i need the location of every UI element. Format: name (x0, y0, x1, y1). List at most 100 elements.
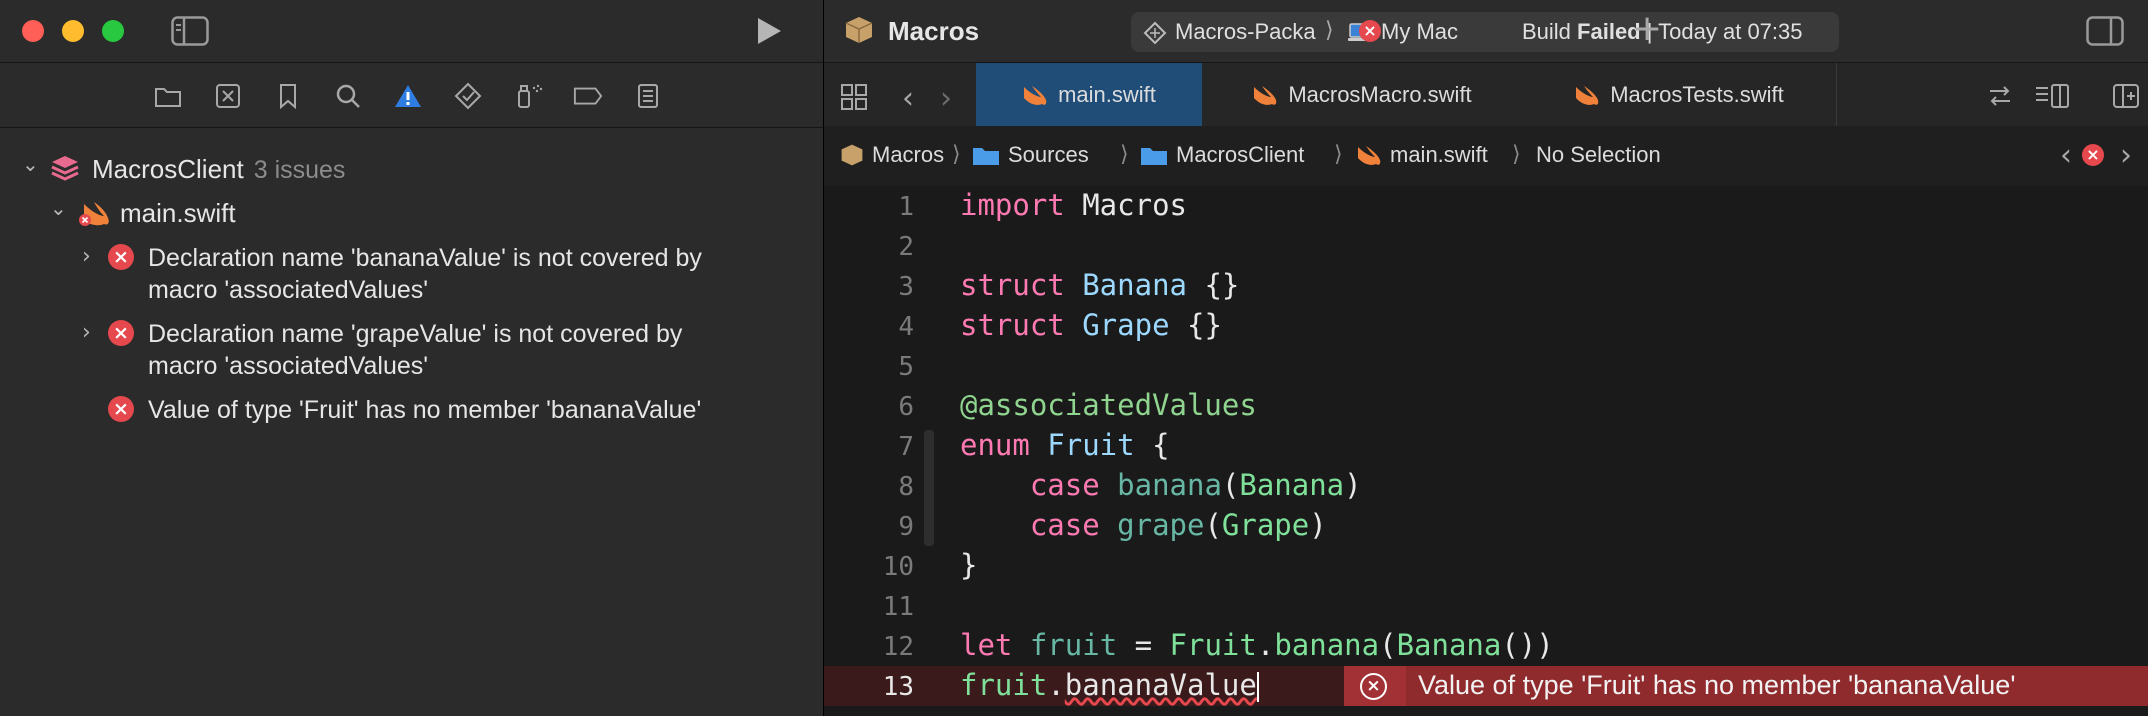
chevron-right-icon: ⟩ (1120, 142, 1129, 167)
tab-label: main.swift (1058, 82, 1156, 107)
minimize-window-button[interactable] (62, 20, 84, 42)
tab-main-swift[interactable]: main.swift (976, 63, 1202, 127)
search-icon[interactable] (333, 83, 363, 109)
code-line: struct Banana {} (960, 268, 1239, 302)
tab-macros-macro-swift[interactable]: MacrosMacro.swift (1202, 63, 1522, 127)
chevron-right-icon[interactable]: › (82, 244, 91, 269)
code-line: } (960, 548, 978, 582)
type-name: Fruit (1029, 428, 1135, 462)
issue-item[interactable]: Value of type 'Fruit' has no member 'ban… (148, 394, 701, 426)
next-issue-icon[interactable]: › (2120, 138, 2132, 173)
folder-icon (973, 148, 999, 165)
folder-icon[interactable] (153, 83, 183, 109)
line-number: 2 (898, 232, 914, 262)
type-name: Banana (1396, 628, 1502, 662)
punctuation: ) (1309, 508, 1327, 542)
punctuation: ) (1344, 468, 1362, 502)
keyword: let (960, 628, 1013, 662)
activity-view[interactable]: Macros-Packa ⟩ My Mac Build Failed | Tod… (1131, 12, 1839, 52)
error-icon: × (108, 244, 134, 270)
breadcrumb-macros-client[interactable]: MacrosClient (1140, 142, 1304, 168)
tab-macros-tests-swift[interactable]: MacrosTests.swift (1522, 63, 1837, 127)
forward-icon[interactable]: › (940, 81, 952, 116)
grid-icon[interactable] (840, 83, 868, 116)
code-line: case banana(Banana) (960, 468, 1362, 502)
chevron-right-icon: ⟩ (1325, 18, 1334, 43)
chevron-right-icon[interactable]: › (82, 320, 91, 345)
debug-spray-icon[interactable] (513, 83, 543, 109)
build-status-prefix: Build (1522, 19, 1578, 44)
split-editor-icon[interactable] (2112, 83, 2140, 114)
bookmark-icon[interactable] (273, 83, 303, 109)
zoom-window-button[interactable] (102, 20, 124, 42)
chevron-down-icon[interactable]: ⌄ (50, 196, 67, 220)
project-row[interactable]: MacrosClient 3 issues (92, 154, 345, 185)
issue-warning-icon[interactable] (393, 83, 423, 109)
keyword: struct (960, 308, 1065, 342)
breadcrumb-file[interactable]: main.swift (1356, 142, 1488, 168)
issue-item[interactable]: Declaration name 'grapeValue' is not cov… (148, 318, 682, 382)
line-number: 9 (898, 512, 914, 542)
project-name: MacrosClient (92, 154, 244, 184)
punctuation: . (1256, 628, 1275, 662)
line-number: 11 (882, 592, 914, 622)
issue-message-cont: macro 'associatedValues' (148, 352, 429, 380)
operator: = (1117, 628, 1170, 662)
code-line: @associatedValues (960, 388, 1257, 422)
previous-issue-icon[interactable]: ‹ (2060, 138, 2072, 173)
source-control-icon[interactable] (213, 83, 243, 109)
scheme-selector[interactable]: Macros-Packa (1175, 19, 1325, 45)
breadcrumb-project[interactable]: Macros (840, 142, 944, 168)
chevron-down-icon[interactable]: ⌄ (22, 152, 39, 176)
breadcrumb-selection[interactable]: No Selection (1536, 142, 1661, 168)
code-fold-ribbon[interactable] (924, 430, 934, 546)
line-number: 6 (898, 392, 914, 422)
add-icon[interactable]: + (1632, 8, 1662, 49)
code-line: case grape(Grape) (960, 508, 1327, 542)
report-icon[interactable] (633, 83, 663, 109)
issue-error-icon[interactable]: × (2082, 144, 2104, 166)
inline-error-banner[interactable]: × Value of type 'Fruit' has no member 'b… (1344, 666, 2148, 706)
issue-count: 3 issues (253, 156, 346, 184)
package-icon (844, 15, 874, 50)
destination-selector[interactable]: My Mac (1381, 19, 1458, 45)
code-line: struct Grape {} (960, 308, 1222, 342)
inline-error-message: Value of type 'Fruit' has no member 'ban… (1418, 670, 2016, 700)
error-icon: × (108, 396, 134, 422)
swift-file-icon (78, 198, 112, 233)
scheme-icon (1143, 21, 1167, 50)
navigator-toolbar (0, 0, 823, 62)
line-number: 8 (898, 472, 914, 502)
tab-label: MacrosMacro.swift (1288, 82, 1472, 107)
breakpoint-icon[interactable] (573, 83, 603, 109)
variable: fruit (960, 668, 1048, 702)
issue-message: Declaration name 'bananaValue' is not co… (148, 244, 702, 272)
file-row[interactable]: main.swift (120, 198, 236, 229)
inspector-toggle-icon[interactable] (2086, 16, 2124, 51)
issue-item[interactable]: Declaration name 'bananaValue' is not co… (148, 242, 702, 306)
breadcrumb-label: main.swift (1390, 142, 1488, 167)
tab-label: MacrosTests.swift (1610, 82, 1784, 107)
editor-options-icon[interactable] (2034, 83, 2070, 114)
project-stack-icon (50, 154, 80, 187)
test-diamond-icon[interactable] (453, 82, 483, 110)
build-error-icon[interactable]: × (1359, 20, 1381, 42)
close-window-button[interactable] (22, 20, 44, 42)
refresh-arrows-icon[interactable] (1986, 83, 2014, 114)
run-icon[interactable] (754, 16, 784, 51)
punctuation: . (1047, 668, 1065, 702)
code-line: fruit.bananaValue (960, 668, 1259, 702)
sidebar-toggle-icon[interactable] (171, 16, 209, 51)
breadcrumb-label: Macros (872, 142, 945, 167)
file-name: main.swift (120, 198, 236, 228)
source-editor[interactable]: × Value of type 'Fruit' has no member 'b… (824, 186, 2148, 716)
code-line: enum Fruit { (960, 428, 1170, 462)
build-status: Build Failed | Today at 07:35 (1522, 19, 1803, 45)
package-icon (841, 144, 863, 166)
code-line: import Macros (960, 188, 1187, 222)
error-member: bananaValue (1064, 668, 1257, 702)
chevron-right-icon: ⟩ (1512, 142, 1521, 167)
breadcrumb-sources[interactable]: Sources (972, 142, 1089, 168)
back-icon[interactable]: ‹ (902, 81, 914, 116)
